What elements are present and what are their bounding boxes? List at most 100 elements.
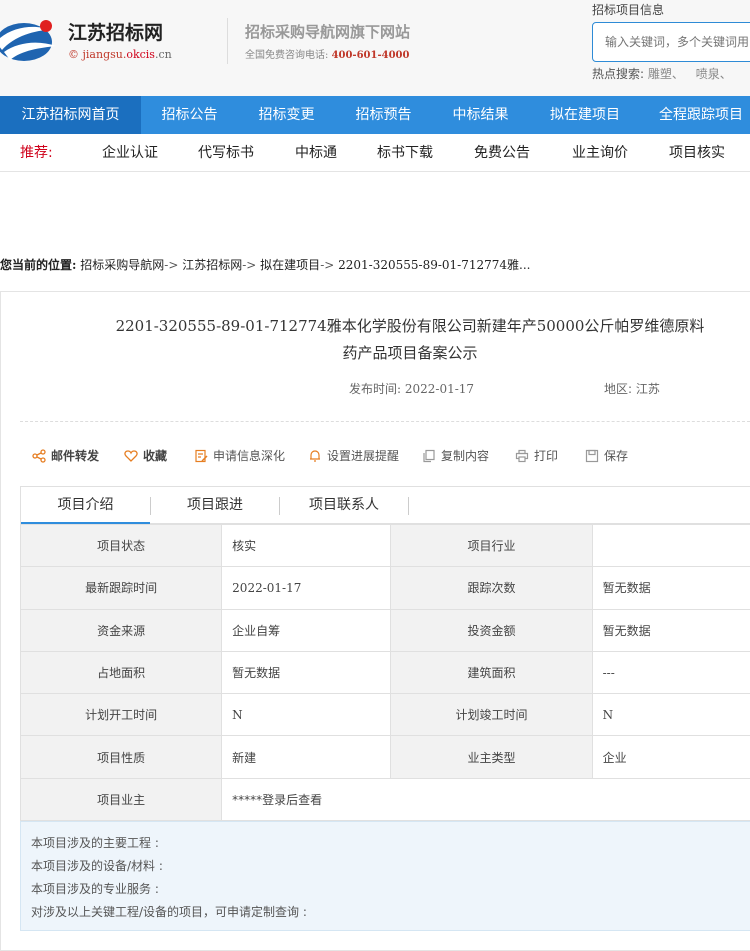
tab-project-contacts[interactable]: 项目联系人 — [280, 487, 408, 524]
note-main-works: 本项目涉及的主要工程 : — [31, 832, 749, 855]
site-logo-icon[interactable] — [0, 16, 58, 64]
save-button[interactable]: 保存 — [585, 447, 628, 464]
favorite-label: 收藏 — [143, 447, 167, 464]
header-divider — [227, 18, 228, 64]
hot-search-item[interactable]: 喷泉、 — [696, 67, 732, 81]
note-equipment: 本项目涉及的设备/材料 : — [31, 855, 749, 878]
site-header: 江苏招标网 © jiangsu.okcis.cn 招标采购导航网旗下网站 全国免… — [0, 0, 750, 96]
hot-search-item[interactable]: 雕塑、 — [648, 67, 684, 81]
article-title: 2201-320555-89-01-712774雅本化学股份有限公司新建年产50… — [100, 313, 720, 367]
table-row: 最新跟踪时间 2022-01-17 跟踪次数 暂无数据 — [21, 567, 750, 609]
search-label: 招标项目信息 — [592, 1, 664, 18]
favorite-button[interactable]: 收藏 — [124, 447, 167, 464]
recommend-item[interactable]: 企业认证 — [102, 134, 158, 172]
recommend-item[interactable]: 代写标书 — [198, 134, 254, 172]
set-reminder-button[interactable]: 设置进展提醒 — [308, 447, 399, 464]
project-tabs: 项目介绍 项目跟进 项目联系人 — [20, 486, 750, 524]
hotline-label: 全国免费咨询电话: — [245, 50, 328, 61]
set-reminder-label: 设置进展提醒 — [327, 447, 399, 464]
request-deepen-label: 申请信息深化 — [213, 447, 285, 464]
breadcrumb-link[interactable]: 招标采购导航网 — [80, 258, 164, 272]
breadcrumb-separator: -> — [320, 258, 334, 272]
article-title-line: 2201-320555-89-01-712774雅本化学股份有限公司新建年产50… — [100, 313, 720, 340]
nav-item-tender-notice[interactable]: 招标公告 — [141, 96, 238, 134]
tab-project-intro[interactable]: 项目介绍 — [21, 487, 150, 524]
note-services: 本项目涉及的专业服务 : — [31, 878, 749, 901]
recommend-item[interactable]: 中标通 — [295, 134, 337, 172]
email-forward-label: 邮件转发 — [51, 447, 99, 464]
edit-doc-icon — [194, 449, 208, 463]
main-nav: 江苏招标网首页 招标公告 招标变更 招标预告 中标结果 拟在建项目 全程跟踪项目 — [0, 96, 750, 134]
recommend-item[interactable]: 免费公告 — [474, 134, 530, 172]
breadcrumb-label: 您当前的位置: — [0, 258, 76, 272]
field-label: 投资金额 — [391, 609, 592, 651]
search-input[interactable] — [593, 23, 750, 61]
field-value: N — [222, 694, 391, 736]
table-row: 项目状态 核实 项目行业 — [21, 525, 750, 567]
copy-content-button[interactable]: 复制内容 — [422, 447, 489, 464]
field-value: 企业自筹 — [222, 609, 391, 651]
email-forward-button[interactable]: 邮件转发 — [32, 447, 99, 464]
table-row: 占地面积 暂无数据 建筑面积 --- — [21, 651, 750, 693]
field-label: 资金来源 — [21, 609, 222, 651]
hotline: 全国免费咨询电话: 400-601-4000 — [245, 46, 409, 61]
table-row: 计划开工时间 N 计划竣工时间 N — [21, 694, 750, 736]
field-label: 业主类型 — [391, 736, 592, 778]
site-url-suffix: .cn — [155, 48, 172, 61]
field-label: 建筑面积 — [391, 651, 592, 693]
recommend-item[interactable]: 项目核实 — [669, 134, 725, 172]
breadcrumb-link[interactable]: 江苏招标网 — [182, 258, 242, 272]
print-button[interactable]: 打印 — [515, 447, 558, 464]
region-info: 地区: 江苏 — [604, 380, 660, 397]
field-value: 暂无数据 — [222, 651, 391, 693]
breadcrumb-separator: -> — [164, 258, 178, 272]
site-url-prefix: © jiangsu. — [68, 48, 126, 61]
site-title[interactable]: 江苏招标网 — [68, 18, 163, 45]
search-box[interactable] — [592, 22, 750, 62]
field-value: 暂无数据 — [592, 567, 750, 609]
recommend-item[interactable]: 标书下载 — [377, 134, 433, 172]
recommend-label: 推荐: — [20, 134, 53, 172]
field-label: 计划开工时间 — [21, 694, 222, 736]
field-value: 2022-01-17 — [222, 567, 391, 609]
recommend-item[interactable]: 业主询价 — [572, 134, 628, 172]
field-value: N — [592, 694, 750, 736]
table-row: 项目性质 新建 业主类型 企业 — [21, 736, 750, 778]
breadcrumb-link[interactable]: 拟在建项目 — [260, 258, 320, 272]
field-label: 占地面积 — [21, 651, 222, 693]
owner-login-link[interactable]: *****登录后查看 — [222, 778, 750, 820]
field-value: 新建 — [222, 736, 391, 778]
tab-project-followup[interactable]: 项目跟进 — [151, 487, 279, 524]
nav-item-planned-projects[interactable]: 拟在建项目 — [529, 96, 641, 134]
request-deepen-button[interactable]: 申请信息深化 — [194, 447, 285, 464]
project-notes: 本项目涉及的主要工程 : 本项目涉及的设备/材料 : 本项目涉及的专业服务 : … — [20, 821, 750, 931]
field-label: 最新跟踪时间 — [21, 567, 222, 609]
breadcrumb-current: 2201-320555-89-01-712774雅... — [338, 258, 530, 272]
heart-icon — [124, 449, 138, 463]
hot-search-label: 热点搜索: — [592, 67, 644, 81]
nav-item-home[interactable]: 江苏招标网首页 — [0, 96, 141, 134]
printer-icon — [515, 449, 529, 463]
site-url: © jiangsu.okcis.cn — [68, 48, 172, 61]
bell-icon — [308, 449, 322, 463]
region-label: 地区: — [604, 382, 632, 396]
tab-separator — [408, 497, 409, 515]
slogan: 招标采购导航网旗下网站 — [245, 21, 410, 42]
breadcrumb-separator: -> — [242, 258, 256, 272]
table-row: 项目业主 *****登录后查看 — [21, 778, 750, 820]
nav-item-tender-preview[interactable]: 招标预告 — [335, 96, 432, 134]
nav-item-tracking-projects[interactable]: 全程跟踪项目 — [641, 96, 750, 134]
print-label: 打印 — [534, 447, 558, 464]
divider — [20, 421, 750, 422]
save-icon — [585, 449, 599, 463]
field-value — [592, 525, 750, 567]
note-custom-query[interactable]: 对涉及以上关键工程/设备的项目，可申请定制查询 : — [31, 901, 749, 924]
nav-item-tender-change[interactable]: 招标变更 — [238, 96, 335, 134]
article-title-line: 药产品项目备案公示 — [100, 340, 720, 367]
nav-item-award-result[interactable]: 中标结果 — [432, 96, 529, 134]
save-label: 保存 — [604, 447, 628, 464]
copy-content-label: 复制内容 — [441, 447, 489, 464]
region-value: 江苏 — [636, 382, 660, 396]
field-label: 计划竣工时间 — [391, 694, 592, 736]
hot-search: 热点搜索: 雕塑、 喷泉、 — [592, 65, 740, 82]
